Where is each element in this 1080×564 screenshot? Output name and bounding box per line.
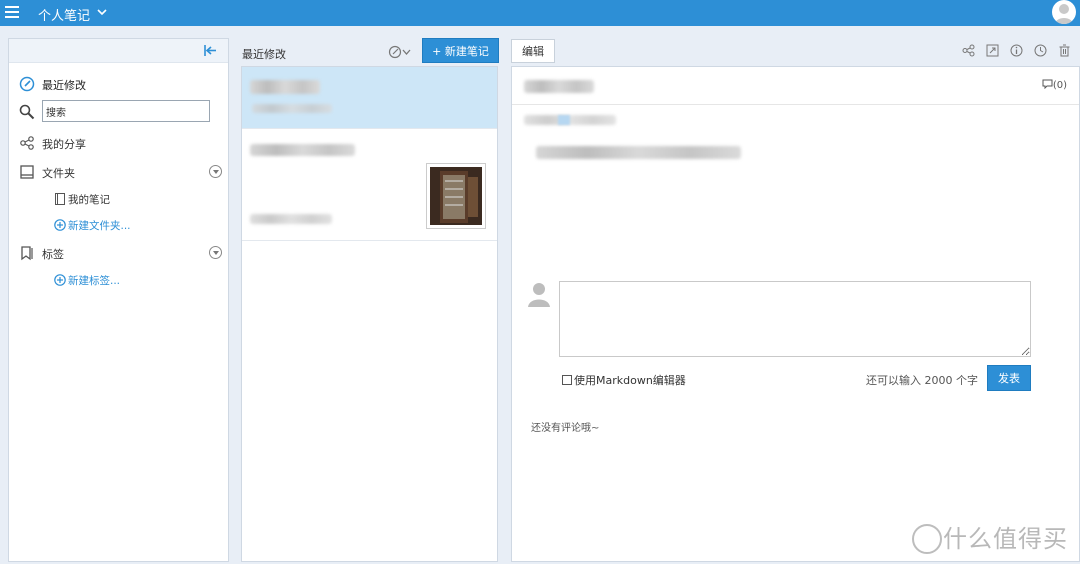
- tag-icon: [21, 246, 33, 261]
- edit-button[interactable]: 编辑: [511, 39, 555, 63]
- publish-button[interactable]: 发表: [987, 365, 1031, 391]
- comment-count[interactable]: (0): [1042, 79, 1067, 91]
- watermark-logo: [912, 524, 942, 554]
- no-comment-text: 还没有评论哦~: [531, 423, 600, 434]
- sidebar-item-folders[interactable]: 文件夹: [9, 161, 228, 183]
- history-icon[interactable]: [1034, 44, 1047, 57]
- markdown-checkbox[interactable]: 使用Markdown编辑器: [562, 372, 686, 388]
- remaining-chars-text: 还可以输入 2000 个字: [866, 374, 978, 387]
- notes-list: [241, 66, 498, 562]
- note-date-redacted: [250, 214, 332, 224]
- note-date-redacted: [252, 104, 332, 113]
- chevron-down-icon[interactable]: [97, 7, 107, 17]
- new-folder-label: 新建文件夹...: [68, 220, 131, 232]
- notebook-icon: [55, 193, 65, 205]
- note-body-redacted: [536, 146, 741, 159]
- new-tag-label: 新建标签...: [68, 275, 121, 287]
- markdown-label: 使用Markdown编辑器: [574, 374, 686, 387]
- note-title-redacted: [250, 80, 320, 94]
- share-icon: [20, 136, 34, 150]
- editor-header: (0): [512, 67, 1079, 105]
- sidebar-item-label: 我的笔记: [68, 194, 110, 206]
- note-thumbnail: [426, 163, 486, 229]
- folder-icon: [20, 165, 34, 179]
- search-input[interactable]: [42, 100, 210, 122]
- comment-count-value: (0): [1052, 80, 1067, 91]
- sidebar-item-label: 我的分享: [42, 138, 86, 151]
- editor-toolbar: [962, 44, 1072, 58]
- sidebar-item-label: 最近修改: [42, 79, 86, 92]
- sidebar-item-share[interactable]: 我的分享: [9, 132, 228, 154]
- watermark-text: 什么值得买: [943, 525, 1068, 553]
- search-icon: [19, 104, 35, 120]
- avatar: [528, 283, 550, 307]
- list-item[interactable]: [242, 129, 497, 241]
- note-editor: (0) 使用Markdown编辑器 还可以输入 2000 个字 发表 还没有评论…: [511, 66, 1080, 562]
- note-meta-redacted: [524, 115, 616, 125]
- sidebar-header: [9, 39, 228, 63]
- app-title[interactable]: 个人笔记: [38, 5, 90, 24]
- recent-edit-icon: [19, 76, 35, 92]
- sort-options-icon[interactable]: [388, 45, 412, 59]
- note-title-redacted: [250, 144, 355, 156]
- sidebar-item-label: 标签: [42, 248, 64, 261]
- top-bar: 个人笔记: [0, 0, 1080, 26]
- plus-circle-icon: [54, 274, 66, 286]
- notes-list-header: 最近修改 + 新建笔记: [241, 38, 499, 66]
- note-title-redacted: [524, 80, 594, 93]
- comment-input[interactable]: [559, 281, 1031, 357]
- note-tag-redacted: [558, 115, 570, 125]
- expand-folders-icon[interactable]: [209, 165, 222, 178]
- sidebar-item-label: 文件夹: [42, 167, 75, 180]
- plus-circle-icon: [54, 219, 66, 231]
- export-icon[interactable]: [986, 44, 999, 57]
- sidebar: 最近修改 我的分享 文件夹 我的笔记 新建文件夹... 标签 新建标签...: [8, 38, 229, 562]
- expand-tags-icon[interactable]: [209, 246, 222, 259]
- new-note-button[interactable]: + 新建笔记: [422, 38, 499, 63]
- checkbox-icon: [562, 375, 572, 385]
- sidebar-item-recent[interactable]: 最近修改: [9, 73, 228, 95]
- menu-icon[interactable]: [5, 6, 19, 18]
- comment-icon: [1042, 79, 1053, 90]
- info-icon[interactable]: [1010, 44, 1023, 57]
- list-item[interactable]: [242, 67, 497, 129]
- notes-list-title: 最近修改: [242, 48, 286, 61]
- collapse-sidebar-icon[interactable]: [204, 45, 216, 56]
- sidebar-item-tags[interactable]: 标签: [9, 242, 228, 264]
- trash-icon[interactable]: [1058, 44, 1071, 57]
- share-icon[interactable]: [962, 44, 975, 57]
- avatar[interactable]: [1052, 0, 1076, 24]
